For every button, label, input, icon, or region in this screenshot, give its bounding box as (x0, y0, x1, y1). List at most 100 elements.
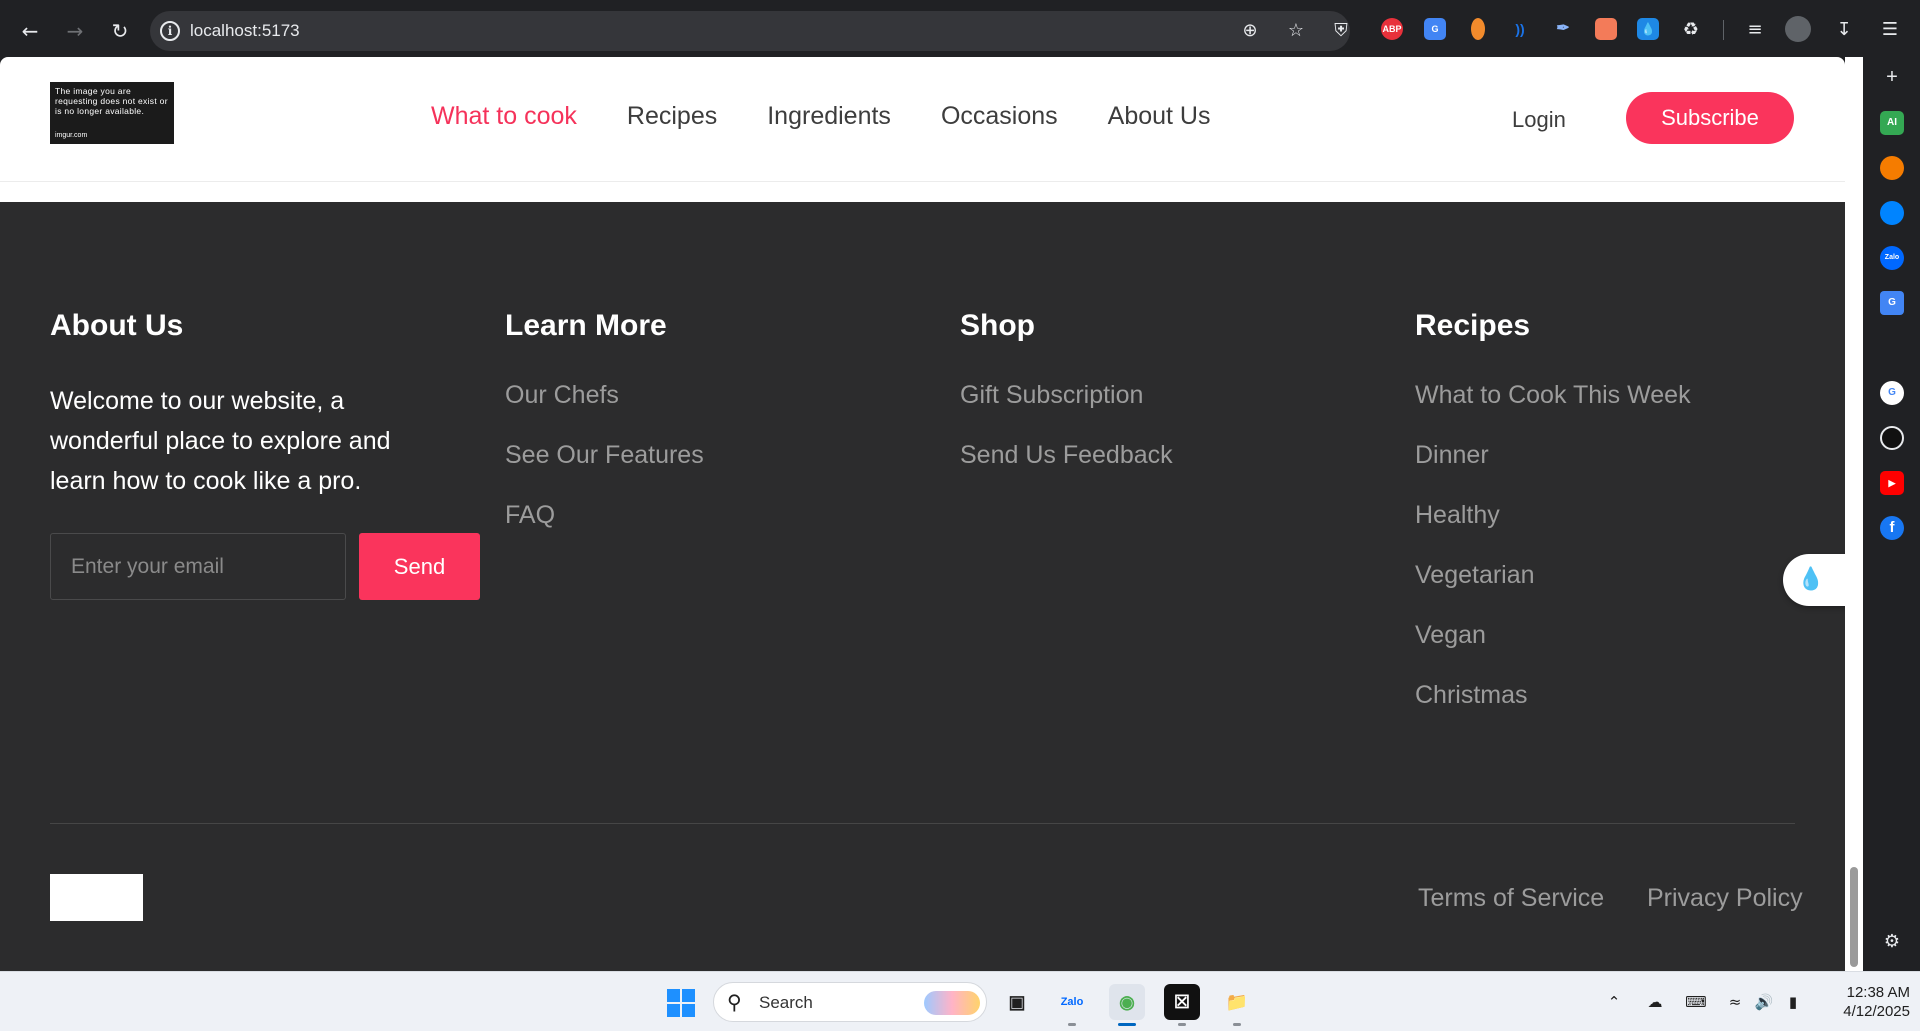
volume-icon[interactable]: 🔊 (1753, 991, 1775, 1013)
reading-list-icon[interactable]: ≡ (1741, 16, 1769, 44)
webpage: The image you are requesting does not ex… (0, 57, 1845, 971)
nav-recipes[interactable]: Recipes (627, 102, 717, 131)
footer-logo[interactable] (50, 874, 143, 921)
water-drop-icon[interactable]: 💧 (1637, 18, 1659, 40)
search-icon: ⚲ (727, 990, 742, 1014)
site-header: The image you are requesting does not ex… (0, 57, 1845, 181)
capcut-app-icon[interactable]: ☒ (1164, 984, 1200, 1020)
footer-link-vegetarian[interactable]: Vegetarian (1415, 561, 1691, 621)
nav-what-to-cook[interactable]: What to cook (431, 102, 577, 131)
keyboard-icon[interactable]: ⌨ (1685, 991, 1707, 1013)
footer-learn-more-title: Learn More (505, 309, 667, 342)
extension-wave-icon[interactable]: )) (1509, 18, 1531, 40)
translate-icon[interactable]: G (1880, 291, 1904, 315)
footer-link-vegan[interactable]: Vegan (1415, 621, 1691, 681)
send-button[interactable]: Send (359, 533, 480, 600)
terms-link[interactable]: Terms of Service (1418, 884, 1604, 913)
footer-shop-title: Shop (960, 309, 1035, 342)
forward-icon[interactable]: → (60, 16, 90, 46)
nav-about-us[interactable]: About Us (1108, 102, 1211, 131)
footer-link-dinner[interactable]: Dinner (1415, 441, 1691, 501)
browser-toolbar: ← → ↻ i localhost:5173 ⊕ ☆ ⛨ ABP G )) ✒ … (0, 0, 1920, 57)
download-icon[interactable]: ↧ (1830, 16, 1858, 44)
search-highlight-image (924, 991, 980, 1015)
zalo-running-indicator (1068, 1023, 1076, 1026)
settings-gear-icon[interactable]: ⚙ (1880, 929, 1904, 953)
subscribe-button[interactable]: Subscribe (1626, 92, 1794, 144)
back-icon[interactable]: ← (15, 16, 45, 46)
windows-start-icon[interactable] (667, 989, 695, 1017)
header-spacer (0, 181, 1845, 202)
system-clock[interactable]: 12:38 AM 4/12/2025 (1820, 983, 1910, 1021)
windows-taskbar: ⚲ Search ▣ Zalo ◉ ☒ 📁 ⌃ ☁ ⌨ ≈ 🔊 ▮ 12:38 … (0, 971, 1920, 1031)
footer-divider (50, 823, 1795, 824)
zalo-icon[interactable]: Zalo (1880, 246, 1904, 270)
google-icon[interactable]: G (1880, 381, 1904, 405)
copilot-ai-icon[interactable]: AI (1880, 111, 1904, 135)
add-icon[interactable]: + (1880, 65, 1904, 89)
main-nav: What to cook Recipes Ingredients Occasio… (431, 102, 1211, 131)
youtube-icon[interactable]: ▶ (1880, 471, 1904, 495)
clock-time: 12:38 AM (1846, 984, 1910, 1001)
footer-link-features[interactable]: See Our Features (505, 441, 704, 501)
eyedropper-icon[interactable]: ✒ (1552, 18, 1574, 40)
footer-recipes: Recipes What to Cook This Week Dinner He… (1415, 309, 1691, 741)
profile-avatar[interactable] (1785, 16, 1811, 42)
footer-learn-more: Learn More Our Chefs See Our Features FA… (505, 309, 704, 561)
footer-link-faq[interactable]: FAQ (505, 501, 704, 561)
taskbar-search[interactable]: ⚲ Search (713, 982, 987, 1022)
shield-icon[interactable]: ⛨ (1329, 19, 1353, 43)
zalo-app-icon[interactable]: Zalo (1054, 984, 1090, 1020)
browser-active-indicator (1118, 1023, 1136, 1026)
taskbar-search-label: Search (759, 993, 813, 1012)
chatgpt-icon[interactable] (1880, 426, 1904, 450)
footer-link-healthy[interactable]: Healthy (1415, 501, 1691, 561)
extension-orange-icon[interactable] (1471, 18, 1485, 40)
address-bar[interactable]: i localhost:5173 ⊕ ☆ ⛨ (150, 11, 1350, 51)
clock-date: 4/12/2025 (1843, 1003, 1910, 1020)
floating-assistant-button[interactable]: 💧 (1783, 554, 1845, 606)
browser-app-icon[interactable]: ◉ (1109, 984, 1145, 1020)
privacy-link[interactable]: Privacy Policy (1647, 884, 1803, 913)
email-input[interactable] (50, 533, 346, 600)
google-translate-icon[interactable]: G (1424, 18, 1446, 40)
footer-about-text: Welcome to our website, a wonderful plac… (50, 387, 391, 495)
water-drop-sparkle-icon: 💧 (1797, 567, 1825, 592)
onedrive-cloud-icon[interactable]: ☁ (1644, 991, 1666, 1013)
zoom-icon[interactable]: ⊕ (1238, 19, 1262, 43)
footer-link-gift-subscription[interactable]: Gift Subscription (960, 381, 1173, 441)
nav-occasions[interactable]: Occasions (941, 102, 1058, 131)
wifi-icon[interactable]: ≈ (1724, 991, 1746, 1013)
url-text[interactable]: localhost:5173 (190, 21, 300, 41)
adblock-plus-icon[interactable]: ABP (1381, 18, 1403, 40)
chevron-up-icon[interactable]: ⌃ (1603, 991, 1625, 1013)
footer-about: About Us Welcome to our website, a wonde… (50, 309, 450, 501)
login-link[interactable]: Login (1512, 107, 1566, 133)
footer-link-our-chefs[interactable]: Our Chefs (505, 381, 704, 441)
page-scrollbar[interactable] (1845, 57, 1863, 971)
task-view-icon[interactable]: ▣ (999, 984, 1035, 1020)
logo-text: The image you are requesting does not ex… (55, 86, 168, 116)
firefox-like-icon[interactable] (1880, 156, 1904, 180)
messenger-icon[interactable] (1880, 201, 1904, 225)
reload-icon[interactable]: ↻ (105, 16, 135, 46)
explorer-running-indicator (1233, 1023, 1241, 1026)
menu-icon[interactable]: ☰ (1876, 16, 1904, 44)
footer-link-feedback[interactable]: Send Us Feedback (960, 441, 1173, 501)
site-logo[interactable]: The image you are requesting does not ex… (50, 82, 174, 144)
file-explorer-icon[interactable]: 📁 (1219, 984, 1255, 1020)
toolbar-separator (1723, 20, 1724, 40)
battery-icon[interactable]: ▮ (1782, 991, 1804, 1013)
bookmark-star-icon[interactable]: ☆ (1284, 19, 1308, 43)
footer-about-title: About Us (50, 309, 184, 342)
footer-link-christmas[interactable]: Christmas (1415, 681, 1691, 741)
scrollbar-thumb[interactable] (1850, 867, 1858, 967)
footer-recipes-title: Recipes (1415, 309, 1531, 342)
facebook-icon[interactable]: f (1880, 516, 1904, 540)
site-info-icon[interactable]: i (160, 21, 180, 41)
capcut-running-indicator (1178, 1023, 1186, 1026)
footer-link-this-week[interactable]: What to Cook This Week (1415, 381, 1691, 441)
extensions-puzzle-icon[interactable]: ♻ (1677, 16, 1705, 44)
extension-pattern-icon[interactable] (1595, 18, 1617, 40)
nav-ingredients[interactable]: Ingredients (767, 102, 891, 131)
